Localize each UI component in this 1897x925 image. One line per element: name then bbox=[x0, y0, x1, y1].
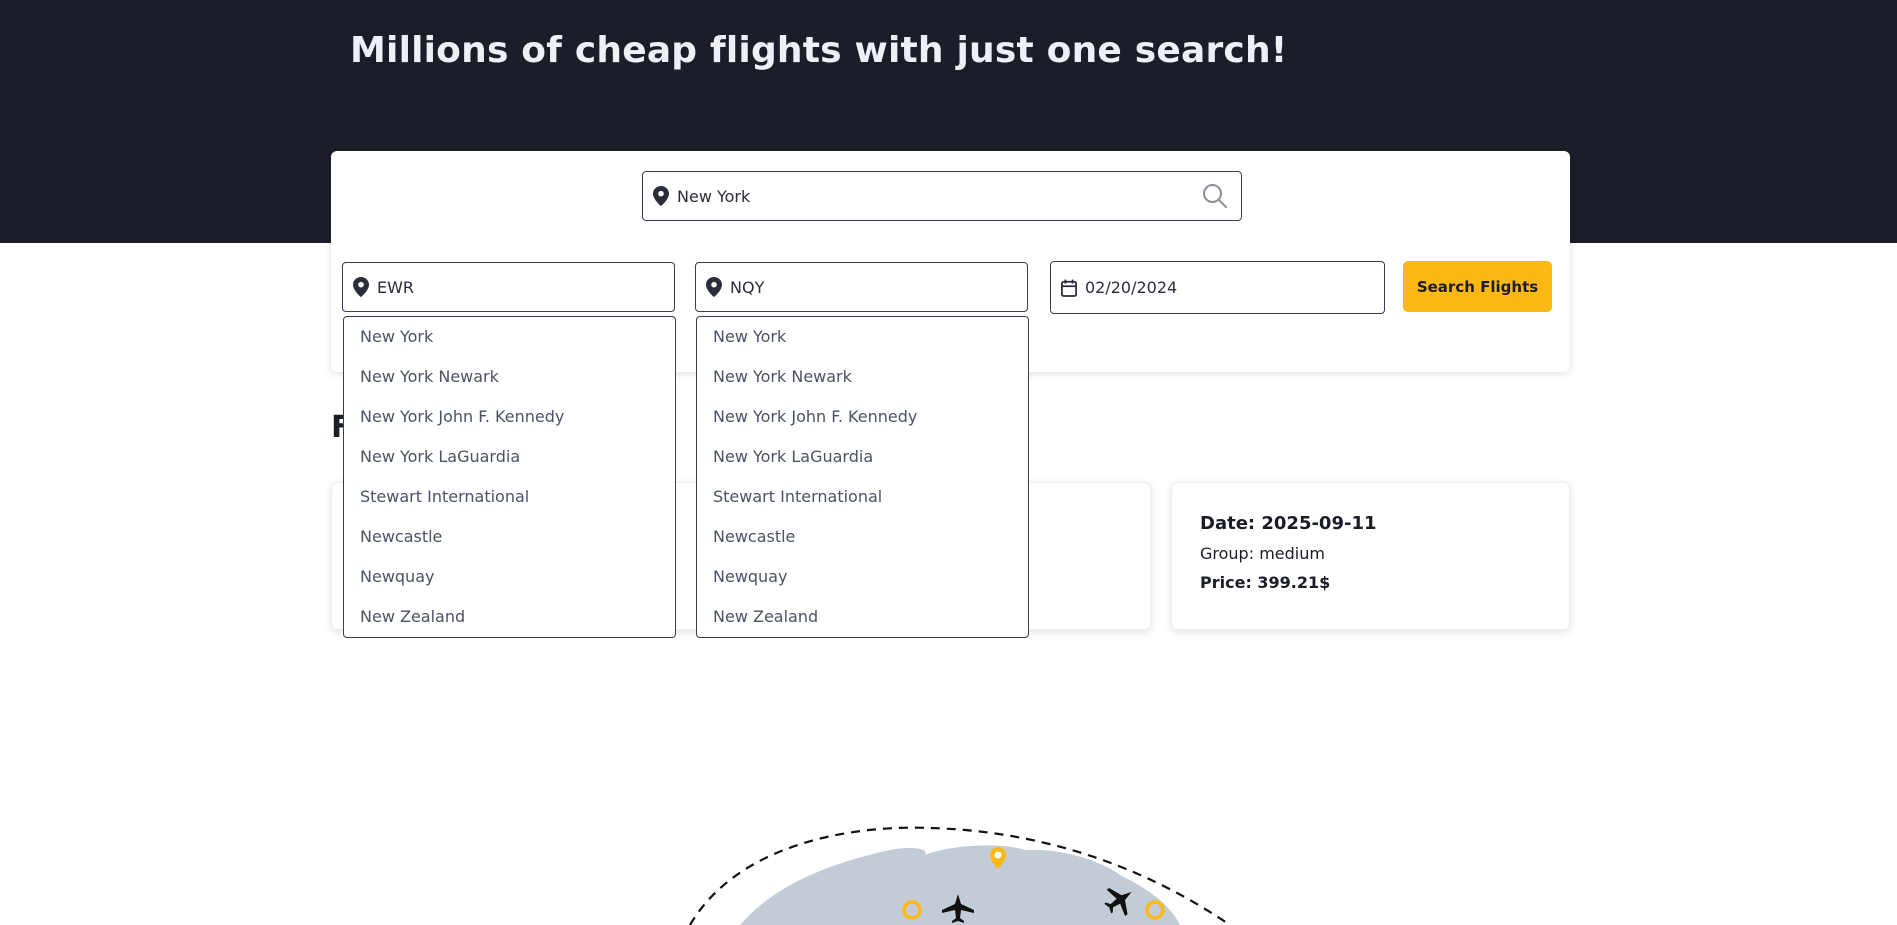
origin-suggestion-item[interactable]: Newquay bbox=[344, 557, 675, 597]
destination-suggestion-item[interactable]: Stewart International bbox=[697, 477, 1028, 517]
origin-suggestion-item[interactable]: New York John F. Kennedy bbox=[344, 397, 675, 437]
flight-result-card[interactable]: Date: 2025-09-11 Group: medium Price: 39… bbox=[1171, 482, 1570, 630]
result-price: Price: 399.21$ bbox=[1200, 573, 1331, 592]
origin-suggestion-item[interactable]: New York Newark bbox=[344, 357, 675, 397]
destination-suggestion-item[interactable]: New Zealand bbox=[697, 597, 1028, 637]
destination-suggestion-item[interactable]: New York bbox=[697, 317, 1028, 357]
map-pin-icon bbox=[353, 277, 369, 297]
result-date: Date: 2025-09-11 bbox=[1200, 513, 1377, 534]
origin-input[interactable] bbox=[377, 277, 674, 297]
origin-suggestion-item[interactable]: Stewart International bbox=[344, 477, 675, 517]
origin-suggestions-dropdown: New York New York Newark New York John F… bbox=[343, 316, 676, 638]
origin-suggestion-item[interactable]: New York LaGuardia bbox=[344, 437, 675, 477]
origin-suggestion-item[interactable]: Newcastle bbox=[344, 517, 675, 557]
destination-field[interactable] bbox=[695, 262, 1028, 312]
search-icon[interactable] bbox=[1201, 182, 1229, 210]
destination-suggestion-item[interactable]: New York LaGuardia bbox=[697, 437, 1028, 477]
date-input[interactable] bbox=[1085, 278, 1384, 297]
map-pin-icon bbox=[706, 277, 722, 297]
city-search-input[interactable] bbox=[677, 186, 1201, 206]
destination-suggestion-item[interactable]: Newcastle bbox=[697, 517, 1028, 557]
search-flights-button[interactable]: Search Flights bbox=[1403, 261, 1552, 312]
destination-suggestion-item[interactable]: New York Newark bbox=[697, 357, 1028, 397]
hero-title: Millions of cheap flights with just one … bbox=[350, 30, 1288, 71]
origin-field[interactable] bbox=[342, 262, 675, 312]
destination-suggestion-item[interactable]: New York John F. Kennedy bbox=[697, 397, 1028, 437]
destination-input[interactable] bbox=[730, 277, 1027, 297]
destination-suggestion-item[interactable]: Newquay bbox=[697, 557, 1028, 597]
date-field[interactable] bbox=[1050, 261, 1385, 314]
city-search-field[interactable] bbox=[642, 171, 1242, 221]
calendar-icon bbox=[1061, 278, 1077, 298]
globe-illustration bbox=[689, 826, 1231, 925]
origin-suggestion-item[interactable]: New Zealand bbox=[344, 597, 675, 637]
origin-suggestion-item[interactable]: New York bbox=[344, 317, 675, 357]
result-group: Group: medium bbox=[1200, 544, 1325, 563]
map-pin-icon bbox=[653, 186, 669, 206]
destination-suggestions-dropdown: New York New York Newark New York John F… bbox=[696, 316, 1029, 638]
